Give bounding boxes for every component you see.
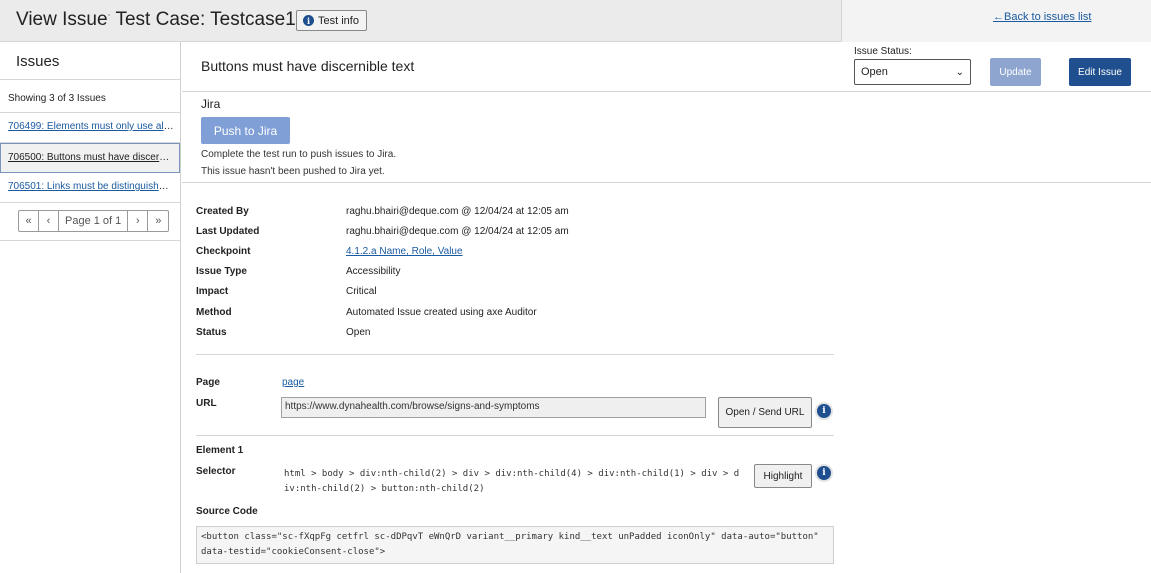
last-page-icon[interactable]: » [148, 211, 168, 231]
detail-value: Automated Issue created using axe Audito… [346, 306, 537, 318]
detail-row-method: Method Automated Issue created using axe… [196, 302, 836, 322]
page-title-prefix: View Issue [16, 9, 108, 30]
issue-link-706499[interactable]: 706499: Elements must only use allowed A… [8, 121, 180, 132]
issue-list-item-active[interactable]: 706500: Buttons must have discernible te… [0, 143, 180, 173]
page-title: View Issue· Test Case: Testcase1893 [16, 9, 327, 31]
info-icon[interactable]: i [817, 404, 831, 418]
page-title-main: Test Case: Testcase1893 [110, 9, 328, 30]
pagination-container: « ‹ Page 1 of 1 › » [0, 203, 180, 241]
issues-count: Showing 3 of 3 Issues [0, 80, 180, 113]
detail-label: Created By [196, 205, 249, 217]
detail-value: Critical [346, 286, 377, 298]
detail-value: raghu.bhairi@deque.com @ 12/04/24 at 12:… [346, 205, 569, 217]
issue-status-value: Open [861, 66, 888, 78]
issue-list-item[interactable]: 706499: Elements must only use allowed A… [0, 113, 180, 143]
url-label: URL [196, 398, 217, 409]
detail-row-status: Status Open [196, 322, 836, 342]
detail-value: Open [346, 326, 371, 338]
test-info-button[interactable]: i Test info [296, 10, 367, 31]
detail-row-issue-type: Issue Type Accessibility [196, 262, 836, 282]
push-to-jira-button[interactable]: Push to Jira [201, 117, 290, 144]
page-link[interactable]: page [282, 377, 304, 388]
issue-header: Buttons must have discernible text Issue… [182, 42, 1151, 92]
detail-label: Last Updated [196, 225, 260, 237]
prev-page-icon[interactable]: ‹ [39, 211, 59, 231]
url-field[interactable]: https://www.dynahealth.com/browse/signs-… [281, 397, 706, 418]
detail-row-last-updated: Last Updated raghu.bhairi@deque.com @ 12… [196, 221, 836, 241]
jira-title: Jira [201, 97, 221, 111]
issue-details: Created By raghu.bhairi@deque.com @ 12/0… [196, 201, 836, 342]
jira-note: Complete the test run to push issues to … [201, 149, 397, 160]
issue-status-select[interactable]: Open ⌄ [854, 59, 971, 85]
open-send-url-button[interactable]: Open / Send URL [718, 397, 812, 428]
highlight-button[interactable]: Highlight [754, 464, 812, 488]
chevron-down-icon: ⌄ [955, 66, 964, 78]
issue-link-706501[interactable]: 706501: Links must be distinguishable wi… [8, 181, 180, 192]
checkpoint-link[interactable]: 4.1.2.a Name, Role, Value [346, 246, 463, 257]
element-title: Element 1 [196, 445, 244, 456]
edit-issue-button[interactable]: Edit Issue [1069, 58, 1131, 86]
issues-sidebar: Issues Showing 3 of 3 Issues 706499: Ele… [0, 42, 181, 573]
sidebar-title: Issues [0, 42, 180, 80]
detail-row-impact: Impact Critical [196, 282, 836, 302]
page-header: View Issue· Test Case: Testcase1893 i Te… [0, 0, 1151, 42]
issue-list-item[interactable]: 706501: Links must be distinguishable wi… [0, 173, 180, 203]
selector-label: Selector [196, 466, 236, 477]
jira-status-note: This issue hasn't been pushed to Jira ye… [201, 166, 385, 177]
issue-detail-panel: Buttons must have discernible text Issue… [182, 42, 1151, 573]
detail-value: Accessibility [346, 266, 401, 278]
source-code-box: <button class="sc-fXqpFg cetfrl sc-dDPqv… [196, 526, 834, 564]
detail-row-checkpoint: Checkpoint 4.1.2.a Name, Role, Value [196, 241, 836, 261]
page-indicator: Page 1 of 1 [59, 211, 129, 231]
detail-label: Issue Type [196, 266, 247, 278]
source-code-label: Source Code [196, 506, 258, 517]
issue-title: Buttons must have discernible text [201, 58, 415, 74]
selector-value: html > body > div:nth-child(2) > div > d… [284, 469, 740, 494]
info-icon[interactable]: i [817, 466, 831, 480]
pagination: « ‹ Page 1 of 1 › » [18, 210, 170, 232]
update-button[interactable]: Update [990, 58, 1041, 86]
next-page-icon[interactable]: › [128, 211, 149, 231]
detail-label: Impact [196, 286, 229, 298]
detail-label: Checkpoint [196, 245, 251, 257]
detail-row-created-by: Created By raghu.bhairi@deque.com @ 12/0… [196, 201, 836, 221]
divider [196, 435, 834, 436]
back-to-issues-link[interactable]: ←Back to issues list [993, 11, 1091, 23]
detail-label: Method [196, 306, 232, 318]
issue-status-label: Issue Status: [854, 46, 912, 57]
page-label: Page [196, 377, 220, 388]
first-page-icon[interactable]: « [19, 211, 39, 231]
detail-value: raghu.bhairi@deque.com @ 12/04/24 at 12:… [346, 225, 569, 237]
jira-section: Jira Push to Jira Complete the test run … [182, 92, 1151, 183]
divider [196, 354, 834, 355]
info-icon: i [303, 15, 314, 26]
issue-link-706500[interactable]: 706500: Buttons must have discernible te… [8, 152, 179, 163]
test-info-label: Test info [318, 14, 359, 27]
detail-label: Status [196, 326, 227, 338]
